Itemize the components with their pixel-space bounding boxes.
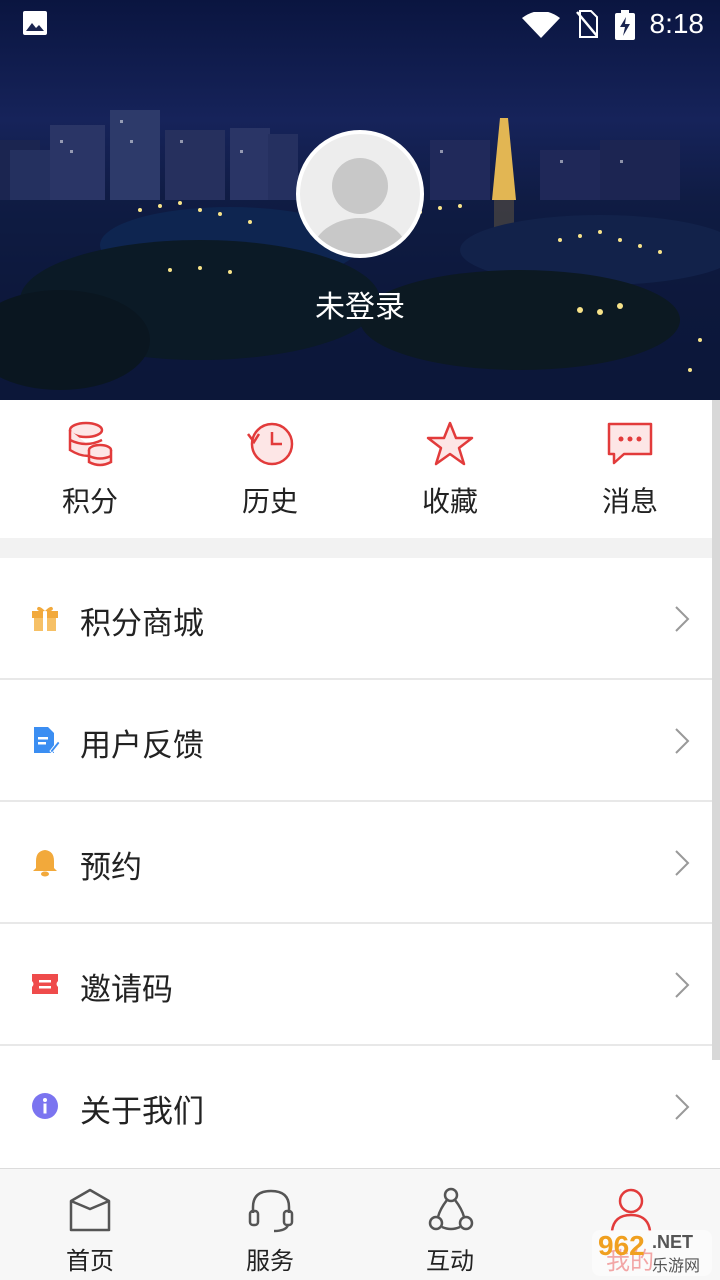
chevron-right-icon xyxy=(675,606,690,632)
nav-item-service[interactable]: 服务 xyxy=(180,1169,360,1280)
gift-icon xyxy=(32,606,58,631)
quick-action-label: 历史 xyxy=(241,485,298,518)
menu-item-label: 邀请码 xyxy=(80,972,173,1008)
watermark-brand: 962 xyxy=(598,1230,645,1261)
quick-action-label: 积分 xyxy=(61,485,118,518)
menu-item-feedback[interactable]: 用户反馈 xyxy=(0,680,720,802)
default-avatar-icon xyxy=(312,158,408,254)
chevron-right-icon xyxy=(675,850,690,876)
nav-label: 互动 xyxy=(426,1247,474,1275)
battery-charging-icon xyxy=(615,10,635,40)
menu-item-invite-code[interactable]: 邀请码 xyxy=(0,924,720,1046)
history-icon xyxy=(247,422,294,466)
quick-action-points[interactable]: 积分 xyxy=(0,400,180,538)
ticket-icon xyxy=(32,974,58,994)
menu-item-points-mall[interactable]: 积分商城 xyxy=(0,558,720,680)
quick-action-messages[interactable]: 消息 xyxy=(540,400,720,538)
home-icon xyxy=(69,1188,111,1232)
login-status[interactable]: 未登录 xyxy=(0,282,720,326)
watermark: 962 .NET 乐游网 xyxy=(592,1230,712,1276)
nav-item-interaction[interactable]: 互动 xyxy=(360,1169,540,1280)
star-icon xyxy=(426,421,474,466)
menu-item-label: 预约 xyxy=(80,850,142,886)
bell-icon xyxy=(33,850,57,877)
interaction-icon xyxy=(428,1187,474,1231)
avatar[interactable] xyxy=(296,130,424,258)
no-sim-icon xyxy=(576,10,598,38)
chevron-right-icon xyxy=(675,728,690,754)
nav-label: 服务 xyxy=(246,1247,294,1275)
status-bar: 8:18 xyxy=(0,0,720,48)
info-icon xyxy=(32,1093,58,1119)
nav-item-home[interactable]: 首页 xyxy=(0,1169,180,1280)
quick-actions: 积分 历史 收藏 消息 xyxy=(0,400,720,538)
scrollbar[interactable] xyxy=(712,400,720,1060)
menu-item-reservation[interactable]: 预约 xyxy=(0,802,720,924)
menu-item-label: 用户反馈 xyxy=(80,728,204,764)
gallery-notification-icon xyxy=(23,11,47,35)
headset-icon xyxy=(248,1189,294,1233)
quick-action-history[interactable]: 历史 xyxy=(180,400,360,538)
menu-item-about-us[interactable]: 关于我们 xyxy=(0,1046,720,1168)
menu-item-label: 关于我们 xyxy=(80,1094,204,1130)
feedback-icon xyxy=(34,727,60,754)
chevron-right-icon xyxy=(675,1094,690,1120)
quick-action-label: 消息 xyxy=(601,485,658,518)
quick-action-favorites[interactable]: 收藏 xyxy=(360,400,540,538)
chevron-right-icon xyxy=(675,972,690,998)
profile-header: 8:18 未登录 xyxy=(0,0,720,400)
message-icon xyxy=(607,422,653,465)
watermark-site: 乐游网 xyxy=(652,1256,701,1275)
quick-action-label: 收藏 xyxy=(421,485,478,518)
watermark-domain: .NET xyxy=(652,1232,694,1252)
menu-item-label: 积分商城 xyxy=(80,606,204,642)
coins-icon xyxy=(68,421,113,467)
nav-label: 首页 xyxy=(66,1247,114,1275)
wifi-icon xyxy=(522,12,560,38)
status-time: 8:18 xyxy=(649,8,705,39)
menu-list: 积分商城 用户反馈 预约 邀请码 关于我们 xyxy=(0,558,720,1168)
user-icon xyxy=(610,1188,652,1232)
